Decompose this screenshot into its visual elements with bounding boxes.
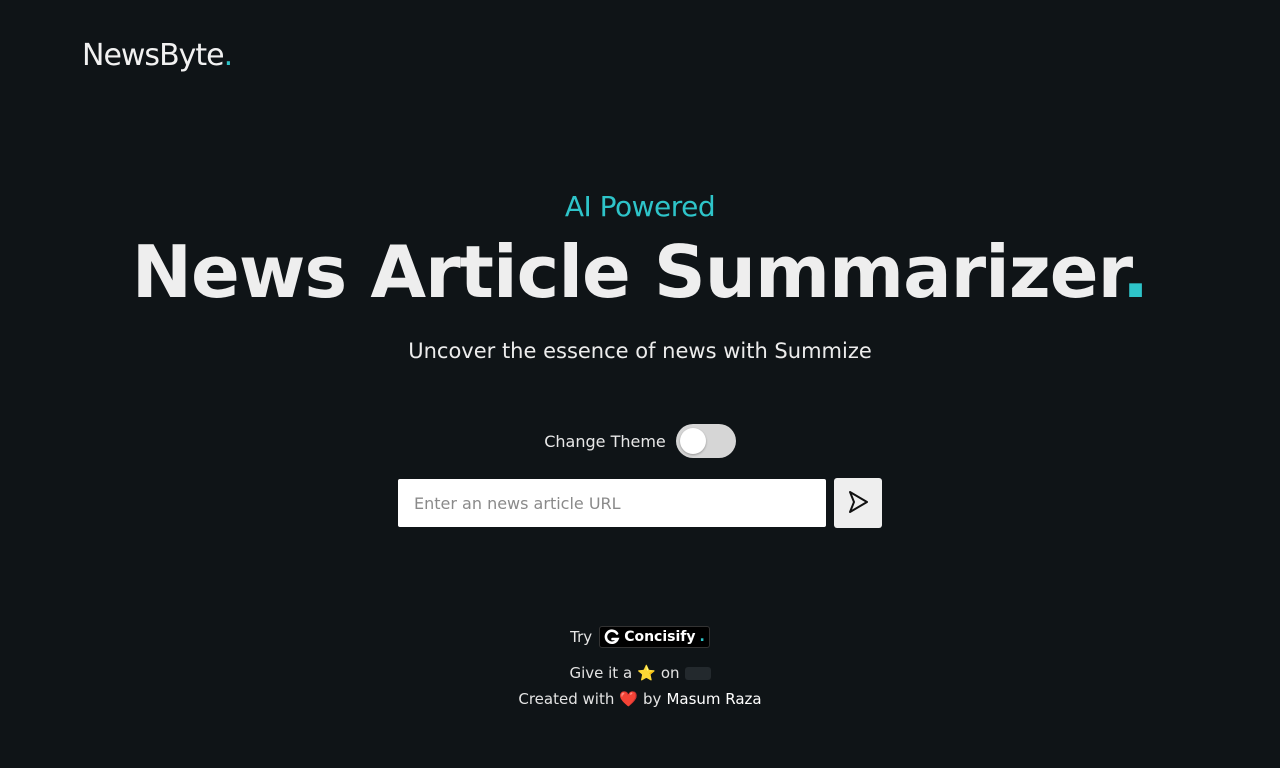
theme-switcher: Change Theme: [0, 424, 1280, 458]
hero-subtitle: Uncover the essence of news with Summize: [408, 339, 872, 363]
concisify-link[interactable]: Concisify.: [599, 626, 710, 648]
credit-prefix: Created with: [518, 690, 615, 708]
brand-logo[interactable]: NewsByte.: [82, 38, 233, 73]
star-prefix: Give it a: [569, 664, 633, 682]
author-link[interactable]: Masum Raza: [666, 690, 761, 708]
footer: Try Concisify. Give it a ⭐ on Created wi…: [0, 626, 1280, 708]
theme-toggle[interactable]: [675, 424, 736, 458]
credit-by: by: [643, 690, 662, 708]
theme-toggle-knob: [679, 428, 706, 454]
brand-dot: .: [223, 38, 233, 73]
theme-label: Change Theme: [544, 431, 666, 451]
hero: AI Powered News Article Summarizer. Unco…: [0, 190, 1280, 363]
concisify-dot: .: [699, 629, 705, 645]
credit-row: Created with ❤️ by Masum Raza: [0, 690, 1280, 708]
brand-name: NewsByte: [82, 38, 225, 73]
hero-eyebrow: AI Powered: [564, 190, 716, 223]
star-icon: ⭐: [637, 664, 656, 682]
page: NewsByte. AI Powered News Article Summar…: [0, 0, 1280, 768]
try-label: Try: [570, 628, 593, 646]
page-title: News Article Summarizer.: [0, 227, 1280, 317]
page-title-text: News Article Summarizer: [131, 230, 1123, 314]
send-icon: [847, 490, 869, 517]
github-star-row: Give it a ⭐ on: [0, 664, 1280, 682]
page-title-dot: .: [1121, 230, 1149, 314]
try-row: Try Concisify.: [0, 626, 1280, 648]
star-suffix: on: [660, 664, 680, 682]
github-badge[interactable]: [684, 666, 711, 680]
url-form: [398, 478, 882, 528]
concisify-logo-icon: [604, 629, 620, 645]
concisify-name: Concisify: [624, 629, 696, 645]
submit-button[interactable]: [834, 478, 882, 528]
url-input[interactable]: [398, 479, 826, 527]
heart-icon: ❤️: [619, 690, 639, 708]
